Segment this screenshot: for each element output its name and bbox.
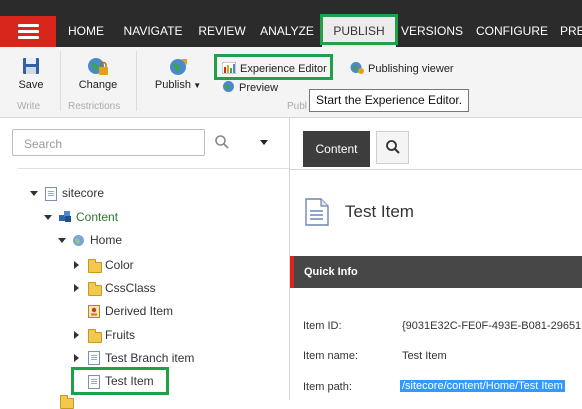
tooltip: Start the Experience Editor. [309, 89, 470, 112]
preview-button[interactable]: Preview [222, 80, 278, 94]
expand-toggle-icon[interactable] [74, 331, 79, 339]
folder-icon [88, 329, 102, 343]
publish-label: Publish [154, 79, 191, 91]
preview-globe-icon [223, 81, 234, 92]
tab-versions[interactable]: VERSIONS [400, 16, 464, 47]
item-name-label: Item name: [303, 350, 359, 362]
folder-icon [88, 259, 102, 273]
save-button[interactable]: Save [10, 57, 52, 91]
collapse-toggle-icon[interactable] [30, 191, 38, 196]
tab-configure[interactable]: CONFIGURE [474, 16, 550, 47]
restrictions-group-label: Restrictions [68, 101, 121, 112]
top-navigation-bar: HOME NAVIGATE REVIEW ANALYZE PUBLISH VER… [0, 0, 582, 47]
item-title: Test Item [345, 202, 414, 221]
tree-node-sitecore[interactable]: sitecore [62, 184, 104, 202]
tab-analyze[interactable]: ANALYZE [256, 16, 318, 47]
folder-icon [88, 282, 102, 296]
derived-item-icon [88, 305, 100, 318]
expand-toggle-icon[interactable] [74, 354, 79, 362]
content-cubes-icon [59, 211, 71, 222]
tree-node-color[interactable]: Color [105, 256, 134, 274]
tab-home[interactable]: HOME [62, 16, 110, 47]
ribbon-separator [60, 51, 61, 111]
tab-content[interactable]: Content [303, 131, 370, 167]
tree-node-test-branch-item[interactable]: Test Branch item [105, 349, 194, 367]
experience-editor-highlight [214, 54, 333, 80]
expand-toggle-icon[interactable] [74, 261, 79, 269]
tree-divider [18, 168, 289, 169]
publish-group-label: Publ [287, 101, 308, 112]
floppy-disk-icon [23, 58, 39, 74]
publishing-viewer-icon [350, 62, 364, 74]
save-label: Save [18, 79, 44, 91]
publish-button[interactable]: Publish ▼ [152, 57, 204, 91]
sitecore-node-icon [45, 187, 57, 201]
quick-info-header: Quick Info [304, 266, 358, 278]
ribbon-separator [136, 51, 137, 111]
item-id-value: {9031E32C-FE0F-493E-B081-29651E7 [402, 320, 582, 332]
dropdown-arrow-icon: ▼ [190, 81, 202, 90]
item-path-value[interactable]: /sitecore/content/Home/Test Item [400, 380, 565, 392]
tab-navigate[interactable]: NAVIGATE [118, 16, 188, 47]
home-globe-icon [73, 235, 84, 246]
pane-divider [290, 169, 582, 170]
search-tab-button[interactable] [376, 131, 409, 164]
publishing-viewer-button[interactable]: Publishing viewer [350, 61, 454, 75]
tree-node-cssclass[interactable]: CssClass [105, 279, 156, 297]
tree-search-box[interactable] [12, 129, 206, 156]
collapse-toggle-icon[interactable] [58, 238, 66, 243]
tab-review[interactable]: REVIEW [195, 16, 249, 47]
tree-node-derived-item[interactable]: Derived Item [105, 302, 173, 320]
collapse-toggle-icon[interactable] [44, 215, 52, 220]
document-icon [88, 351, 100, 365]
item-path-label: Item path: [303, 381, 352, 393]
item-document-icon [305, 198, 329, 226]
search-icon [386, 140, 400, 154]
tab-presentation[interactable]: PRE [560, 16, 582, 47]
change-label: Change [78, 79, 118, 91]
section-accent [290, 256, 294, 288]
search-icon[interactable] [214, 134, 230, 150]
search-input[interactable] [22, 131, 206, 156]
tree-node-home[interactable]: Home [90, 231, 122, 249]
quick-info-section[interactable]: Quick Info [290, 256, 582, 288]
write-group-label: Write [17, 101, 41, 112]
preview-label: Preview [239, 82, 279, 94]
publish-tab-highlight [320, 14, 398, 45]
tree-node-fruits[interactable]: Fruits [105, 326, 135, 344]
publish-globe-icon [170, 59, 187, 75]
change-button[interactable]: Change [74, 57, 122, 91]
tree-node-content[interactable]: Content [76, 208, 118, 226]
publishing-viewer-label: Publishing viewer [368, 63, 454, 75]
chevron-down-icon[interactable] [260, 140, 268, 145]
globe-lock-icon [88, 58, 108, 75]
expand-toggle-icon[interactable] [74, 284, 79, 292]
test-item-highlight [71, 367, 169, 395]
hamburger-menu-button[interactable] [0, 16, 56, 47]
item-name-value: Test Item [402, 350, 447, 362]
item-id-label: Item ID: [303, 320, 342, 332]
